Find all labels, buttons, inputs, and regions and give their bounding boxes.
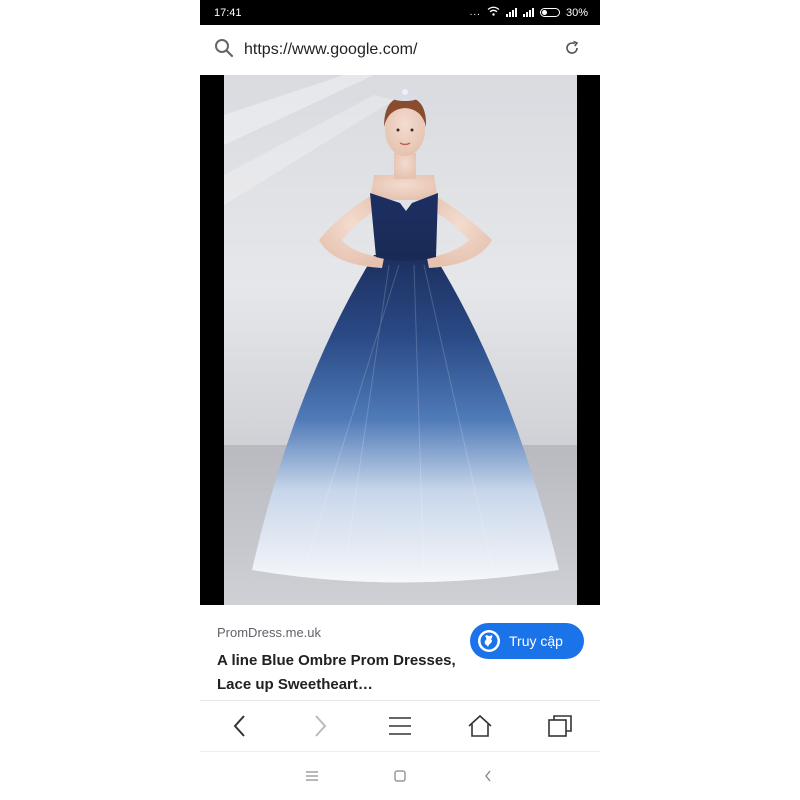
result-caption[interactable]: PromDress.me.uk A line Blue Ombre Prom D… xyxy=(200,605,600,700)
battery-icon xyxy=(539,8,560,17)
notification-dots: ... xyxy=(469,7,481,18)
battery-percent: 30% xyxy=(565,6,588,19)
back-icon[interactable] xyxy=(220,706,260,746)
menu-icon[interactable] xyxy=(380,706,420,746)
address-bar[interactable]: https://www.google.com/ xyxy=(200,25,600,75)
home-icon[interactable] xyxy=(460,706,500,746)
phone-screen: 17:41 ... 30% https://www.google.com/ Pr… xyxy=(200,0,600,800)
browser-toolbar xyxy=(200,700,600,752)
tabs-icon[interactable] xyxy=(540,706,580,746)
back-icon[interactable] xyxy=(478,766,498,786)
status-time: 17:41 xyxy=(214,6,242,19)
visit-button-label: Truy cập xyxy=(509,633,563,649)
result-title[interactable]: A line Blue Ombre Prom Dresses, Lace up … xyxy=(217,649,467,697)
signal-icon xyxy=(522,8,534,17)
image-viewer[interactable] xyxy=(200,75,600,605)
dress-photo[interactable] xyxy=(224,75,577,605)
signal-icon xyxy=(505,8,517,17)
reload-icon[interactable] xyxy=(564,40,580,61)
dress-illustration xyxy=(224,75,559,583)
status-icons: ... 30% xyxy=(470,6,588,19)
result-source[interactable]: PromDress.me.uk xyxy=(217,625,321,640)
globe-icon xyxy=(478,630,500,652)
system-navigation xyxy=(200,752,600,800)
wifi-icon xyxy=(487,6,500,19)
status-bar: 17:41 ... 30% xyxy=(200,0,600,25)
search-icon xyxy=(214,38,234,63)
forward-icon[interactable] xyxy=(300,706,340,746)
menu-icon[interactable] xyxy=(302,766,322,786)
home-square-icon[interactable] xyxy=(390,766,410,786)
url-field[interactable]: https://www.google.com/ xyxy=(244,41,564,59)
visit-button[interactable]: Truy cập xyxy=(470,623,584,659)
